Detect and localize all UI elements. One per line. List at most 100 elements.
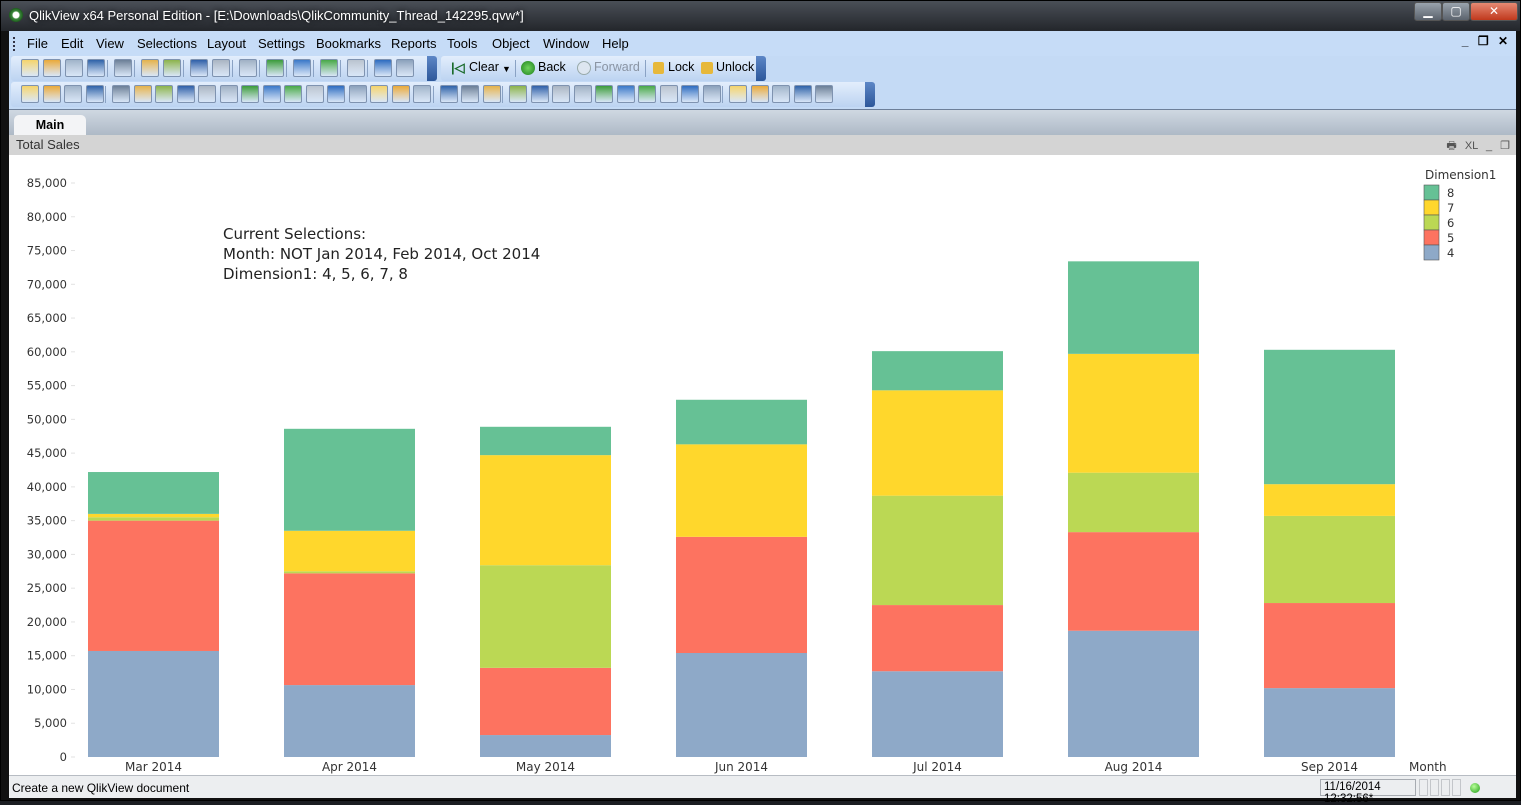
bar-segment-4[interactable] (284, 685, 415, 757)
menu-grip[interactable] (13, 37, 15, 51)
toolbar-options-button[interactable] (427, 56, 437, 81)
document-properties-icon[interactable] (750, 85, 769, 103)
statistics-box-icon[interactable] (133, 85, 152, 103)
menu-tools[interactable]: Tools (447, 36, 477, 51)
bar-segment-6[interactable] (1068, 472, 1199, 533)
sheet-objects-icon[interactable] (772, 85, 790, 103)
legend-label-7[interactable]: 7 (1447, 201, 1454, 215)
send-to-excel-button[interactable]: XL (1465, 140, 1478, 152)
bar-segment-8[interactable] (676, 399, 807, 445)
menu-layout[interactable]: Layout (207, 36, 246, 51)
adjust-top-icon[interactable] (702, 85, 721, 103)
print-icon[interactable]: 🖶 (1446, 140, 1456, 152)
align-bottom-icon[interactable] (573, 85, 592, 103)
container-icon[interactable] (391, 85, 410, 103)
menu-view[interactable]: View (96, 36, 124, 51)
context-help-icon[interactable] (396, 59, 414, 77)
tab-main[interactable]: Main (14, 115, 86, 137)
stacked-bar-chart[interactable]: 0 5,000 10,000 15,000 20,000 25,000 30,000 35,0… (9, 155, 1516, 775)
bar-segment-8[interactable] (480, 426, 611, 456)
multibox-icon[interactable] (155, 85, 173, 103)
bookmark-icon[interactable] (320, 59, 338, 77)
slider-icon[interactable] (327, 85, 345, 103)
edit-module-icon[interactable] (347, 59, 365, 77)
chart-wizard-icon[interactable] (293, 59, 311, 77)
clear-button[interactable]: Clear (469, 60, 499, 74)
search-icon[interactable] (239, 59, 257, 77)
menu-selections[interactable]: Selections (137, 36, 197, 51)
space-vertical-icon[interactable] (659, 85, 678, 103)
menu-file[interactable]: File (27, 36, 48, 51)
table-box-icon[interactable] (176, 85, 195, 103)
listbox-icon[interactable] (112, 85, 130, 103)
bar-segment-7[interactable] (676, 444, 807, 537)
legend-swatch-7[interactable] (1423, 199, 1440, 216)
redo-icon[interactable] (212, 59, 230, 77)
chart-properties-icon[interactable] (439, 85, 458, 103)
legend-swatch-5[interactable] (1423, 229, 1440, 246)
user-properties-icon[interactable] (729, 85, 747, 103)
bar-segment-5[interactable] (1068, 532, 1199, 631)
button-icon[interactable] (262, 85, 281, 103)
space-horizontal-icon[interactable] (638, 85, 656, 103)
current-selections-icon[interactable] (241, 85, 259, 103)
unlock-button[interactable]: Unlock (716, 60, 754, 74)
document-close-button[interactable]: ✕ (1498, 34, 1508, 48)
window-close-button[interactable]: ✕ (1470, 2, 1518, 21)
open-icon[interactable] (43, 59, 61, 77)
bar-segment-7[interactable] (1264, 484, 1395, 516)
bookmark-object-icon[interactable] (348, 85, 367, 103)
back-button[interactable]: Back (538, 60, 566, 74)
reload-icon[interactable] (65, 59, 83, 77)
bar-segment-5[interactable] (1264, 603, 1395, 689)
bar-segment-7[interactable] (284, 530, 415, 572)
bar-segment-8[interactable] (88, 472, 219, 514)
window-maximize-button[interactable]: ▢ (1442, 2, 1470, 21)
new-document-icon[interactable] (21, 59, 39, 77)
bar-segment-8[interactable] (1068, 261, 1199, 354)
bar-segment-4[interactable] (1068, 630, 1199, 757)
select-fields-icon[interactable] (266, 59, 284, 77)
object-restore-button[interactable]: ❐ (1500, 140, 1510, 152)
save-icon[interactable] (87, 59, 105, 77)
center-vertical-icon[interactable] (595, 85, 613, 103)
bar-segment-8[interactable] (284, 428, 415, 531)
bar-segment-6[interactable] (1264, 515, 1395, 604)
input-box-icon[interactable] (219, 85, 238, 103)
menu-window[interactable]: Window (543, 36, 589, 51)
align-right-icon[interactable] (552, 85, 570, 103)
new-sheet-icon[interactable] (21, 85, 39, 103)
text-object-icon[interactable] (284, 85, 302, 103)
expression-overview-icon[interactable] (793, 85, 812, 103)
chart-icon[interactable] (198, 85, 216, 103)
document-minimize-button[interactable]: _ (1462, 34, 1469, 48)
bar-segment-6[interactable] (480, 565, 611, 668)
bar-segment-4[interactable] (1264, 688, 1395, 757)
menu-edit[interactable]: Edit (61, 36, 83, 51)
toolbar-options-button[interactable] (756, 56, 766, 81)
bar-segment-4[interactable] (872, 671, 1003, 757)
bar-segment-7[interactable] (480, 455, 611, 566)
format-painter-icon[interactable] (461, 85, 479, 103)
bar-segment-4[interactable] (676, 653, 807, 757)
legend-label-6[interactable]: 6 (1447, 216, 1454, 230)
menu-settings[interactable]: Settings (258, 36, 305, 51)
legend-label-5[interactable]: 5 (1447, 231, 1454, 245)
bar-segment-5[interactable] (88, 520, 219, 651)
search-object-icon[interactable] (370, 85, 388, 103)
reload-data-icon[interactable] (163, 59, 181, 77)
align-top-icon[interactable] (616, 85, 635, 103)
bar-segment-8[interactable] (1264, 349, 1395, 485)
menu-reports[interactable]: Reports (391, 36, 437, 51)
help-icon[interactable] (374, 59, 392, 77)
menu-bookmarks[interactable]: Bookmarks (316, 36, 381, 51)
bar-segment-5[interactable] (676, 536, 807, 654)
legend-swatch-4[interactable] (1423, 244, 1440, 261)
sheet-properties-icon[interactable] (85, 85, 104, 103)
lock-button[interactable]: Lock (668, 60, 694, 74)
center-horizontal-icon[interactable] (530, 85, 549, 103)
grid-icon[interactable] (482, 85, 501, 103)
bar-segment-7[interactable] (88, 513, 219, 518)
line-arrow-icon[interactable] (305, 85, 324, 103)
bar-segment-5[interactable] (872, 605, 1003, 672)
